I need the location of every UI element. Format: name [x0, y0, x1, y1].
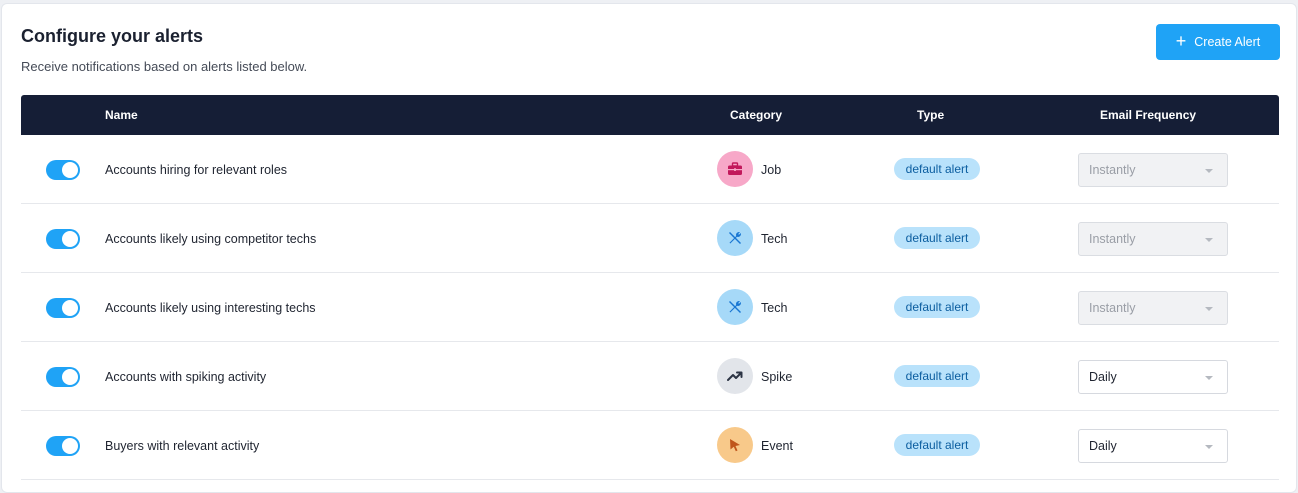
- chevron-down-icon: [1205, 376, 1213, 380]
- table-row: Buyers with relevant activity Event defa…: [21, 411, 1279, 480]
- alert-name: Accounts likely using interesting techs: [105, 301, 316, 315]
- table-header: Name Category Type Email Frequency: [21, 95, 1279, 135]
- alert-enabled-toggle[interactable]: [46, 298, 80, 318]
- column-header-email-frequency: Email Frequency: [1100, 108, 1197, 122]
- category-label: Tech: [761, 232, 788, 246]
- type-badge: default alert: [894, 434, 980, 456]
- alert-enabled-toggle[interactable]: [46, 229, 80, 249]
- page-subtitle: Receive notifications based on alerts li…: [21, 59, 308, 74]
- type-badge: default alert: [894, 158, 980, 180]
- page-title: Configure your alerts: [21, 26, 204, 46]
- category-label: Event: [761, 439, 793, 453]
- column-header-category: Category: [730, 108, 783, 122]
- chevron-down-icon: [1205, 238, 1213, 242]
- column-header-type: Type: [917, 108, 945, 122]
- alerts-table: Name Category Type Email Frequency Accou…: [21, 95, 1279, 480]
- alert-enabled-toggle[interactable]: [46, 160, 80, 180]
- alert-enabled-toggle[interactable]: [46, 436, 80, 456]
- briefcase-icon: [717, 151, 753, 187]
- column-header-name: Name: [105, 108, 138, 122]
- category-label: Spike: [761, 370, 793, 384]
- alert-name: Accounts with spiking activity: [105, 370, 267, 384]
- email-frequency-value: Instantly: [1089, 232, 1136, 246]
- type-badge: default alert: [894, 296, 980, 318]
- create-alert-button[interactable]: + Create Alert: [1156, 24, 1280, 60]
- email-frequency-select: Instantly: [1078, 153, 1228, 187]
- email-frequency-select: Instantly: [1078, 222, 1228, 256]
- tools-icon: [717, 289, 753, 325]
- table-row: Accounts hiring for relevant roles Job d…: [21, 135, 1279, 204]
- alert-enabled-toggle[interactable]: [46, 367, 80, 387]
- table-body: Accounts hiring for relevant roles Job d…: [21, 135, 1279, 480]
- tools-icon: [717, 220, 753, 256]
- toggle-knob: [62, 231, 78, 247]
- chevron-down-icon: [1205, 307, 1213, 311]
- alert-name: Accounts likely using competitor techs: [105, 232, 317, 246]
- toggle-knob: [62, 438, 78, 454]
- plus-icon: +: [1175, 31, 1187, 51]
- alerts-card: Configure your alerts Receive notificati…: [1, 3, 1297, 493]
- category-label: Tech: [761, 301, 788, 315]
- alert-name: Accounts hiring for relevant roles: [105, 163, 288, 177]
- chevron-down-icon: [1205, 445, 1213, 449]
- table-row: Accounts likely using competitor techs T…: [21, 204, 1279, 273]
- toggle-knob: [62, 300, 78, 316]
- type-badge: default alert: [894, 227, 980, 249]
- table-row: Accounts likely using interesting techs …: [21, 273, 1279, 342]
- alert-name: Buyers with relevant activity: [105, 439, 260, 453]
- email-frequency-value: Instantly: [1089, 163, 1136, 177]
- table-row: Accounts with spiking activity Spike def…: [21, 342, 1279, 411]
- chevron-down-icon: [1205, 169, 1213, 173]
- trending-up-icon: [717, 358, 753, 394]
- email-frequency-value: Daily: [1089, 439, 1117, 453]
- email-frequency-select[interactable]: Daily: [1078, 360, 1228, 394]
- type-badge: default alert: [894, 365, 980, 387]
- create-alert-label: Create Alert: [1194, 35, 1261, 49]
- email-frequency-select: Instantly: [1078, 291, 1228, 325]
- email-frequency-value: Daily: [1089, 370, 1117, 384]
- email-frequency-value: Instantly: [1089, 301, 1136, 315]
- category-label: Job: [761, 163, 782, 177]
- cursor-icon: [717, 427, 753, 463]
- toggle-knob: [62, 162, 78, 178]
- email-frequency-select[interactable]: Daily: [1078, 429, 1228, 463]
- toggle-knob: [62, 369, 78, 385]
